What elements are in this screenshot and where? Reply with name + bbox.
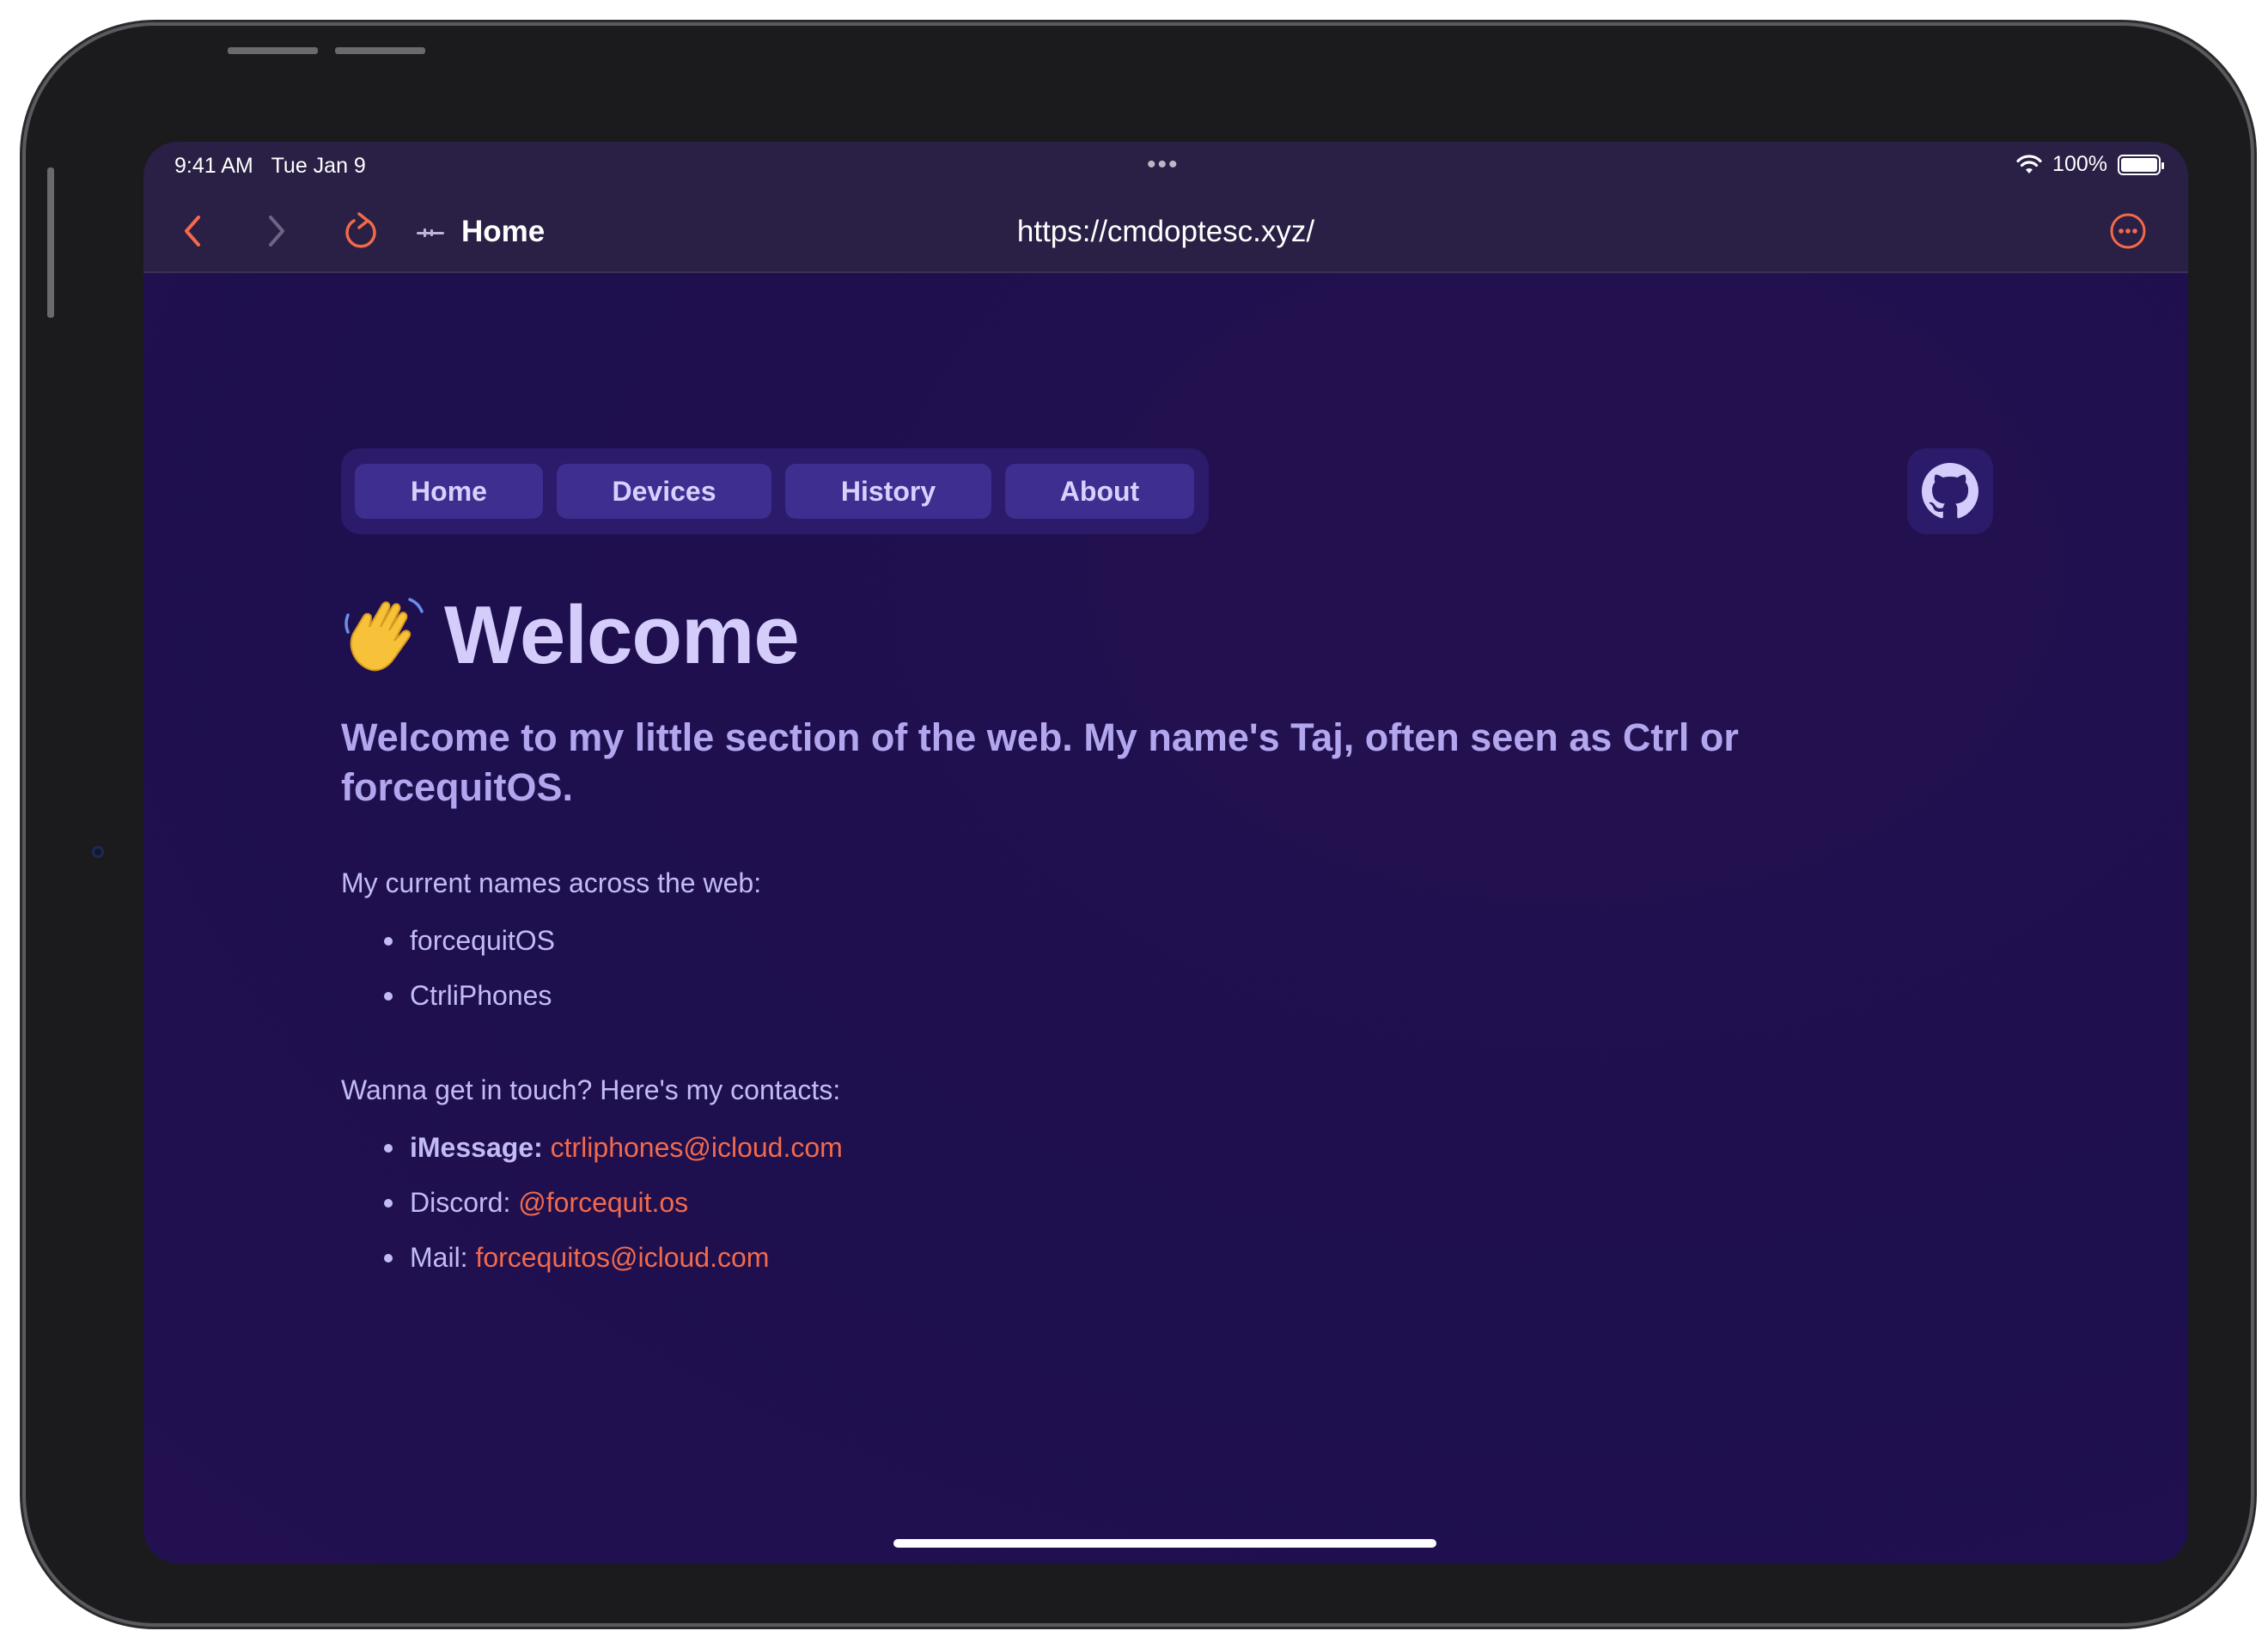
intro-text: Welcome to my little section of the web.… [341, 715, 1739, 809]
discord-link[interactable]: @forcequit.os [518, 1187, 688, 1218]
imessage-link[interactable]: ctrliphones@icloud.com [551, 1132, 843, 1163]
more-options-button[interactable] [2106, 210, 2149, 253]
status-bar: 9:41 AM Tue Jan 9 ••• 100% [143, 142, 2188, 189]
wifi-icon [2016, 154, 2042, 173]
nav-home-button[interactable]: Home [355, 464, 543, 519]
list-item: forcequitOS [384, 913, 555, 968]
waving-hand-icon [344, 598, 424, 672]
list-item: Mail: forcequitos@icloud.com [384, 1230, 843, 1285]
browser-toolbar: Home https://cmdoptesc.xyz/ [143, 189, 2188, 273]
battery-percent: 100% [2052, 152, 2107, 176]
status-time: 9:41 AM Tue Jan 9 [174, 154, 366, 178]
nav-about-button[interactable]: About [1005, 464, 1194, 519]
mail-link[interactable]: forcequitos@icloud.com [475, 1242, 769, 1273]
names-label: My current names across the web: [341, 867, 762, 898]
list-item: CtrliPhones [384, 968, 555, 1023]
nav-history-button[interactable]: History [785, 464, 991, 519]
list-item: Discord: @forcequit.os [384, 1175, 843, 1230]
status-indicators: 100% [2016, 152, 2164, 177]
side-button [47, 167, 54, 318]
imessage-label: iMessage: [410, 1132, 543, 1163]
volume-button [335, 47, 425, 54]
github-icon [1922, 463, 1978, 519]
multitasking-dots-icon[interactable]: ••• [1147, 150, 1180, 180]
home-indicator[interactable] [893, 1539, 1436, 1548]
mail-label: Mail: [410, 1242, 468, 1273]
url-field[interactable]: https://cmdoptesc.xyz/ [143, 215, 2188, 249]
screen: 9:41 AM Tue Jan 9 ••• 100% Home https://… [143, 142, 2188, 1563]
list-item: iMessage: ctrliphones@icloud.com [384, 1120, 843, 1175]
battery-icon [2118, 154, 2164, 175]
contacts-list: iMessage: ctrliphones@icloud.com Discord… [384, 1120, 843, 1285]
discord-label: Discord: [410, 1187, 511, 1218]
front-camera [92, 846, 104, 858]
site-nav: Home Devices History About [341, 448, 1209, 534]
hero-heading: Welcome [341, 588, 800, 683]
ipad-frame: 9:41 AM Tue Jan 9 ••• 100% Home https://… [26, 26, 2251, 1623]
contacts-label: Wanna get in touch? Here's my contacts: [341, 1074, 841, 1105]
page-title: Welcome [444, 589, 800, 681]
nav-devices-button[interactable]: Devices [557, 464, 771, 519]
names-list: forcequitOS CtrliPhones [384, 913, 555, 1023]
github-button[interactable] [1907, 448, 1993, 534]
ellipsis-circle-icon [2110, 213, 2146, 249]
top-button [228, 47, 318, 54]
